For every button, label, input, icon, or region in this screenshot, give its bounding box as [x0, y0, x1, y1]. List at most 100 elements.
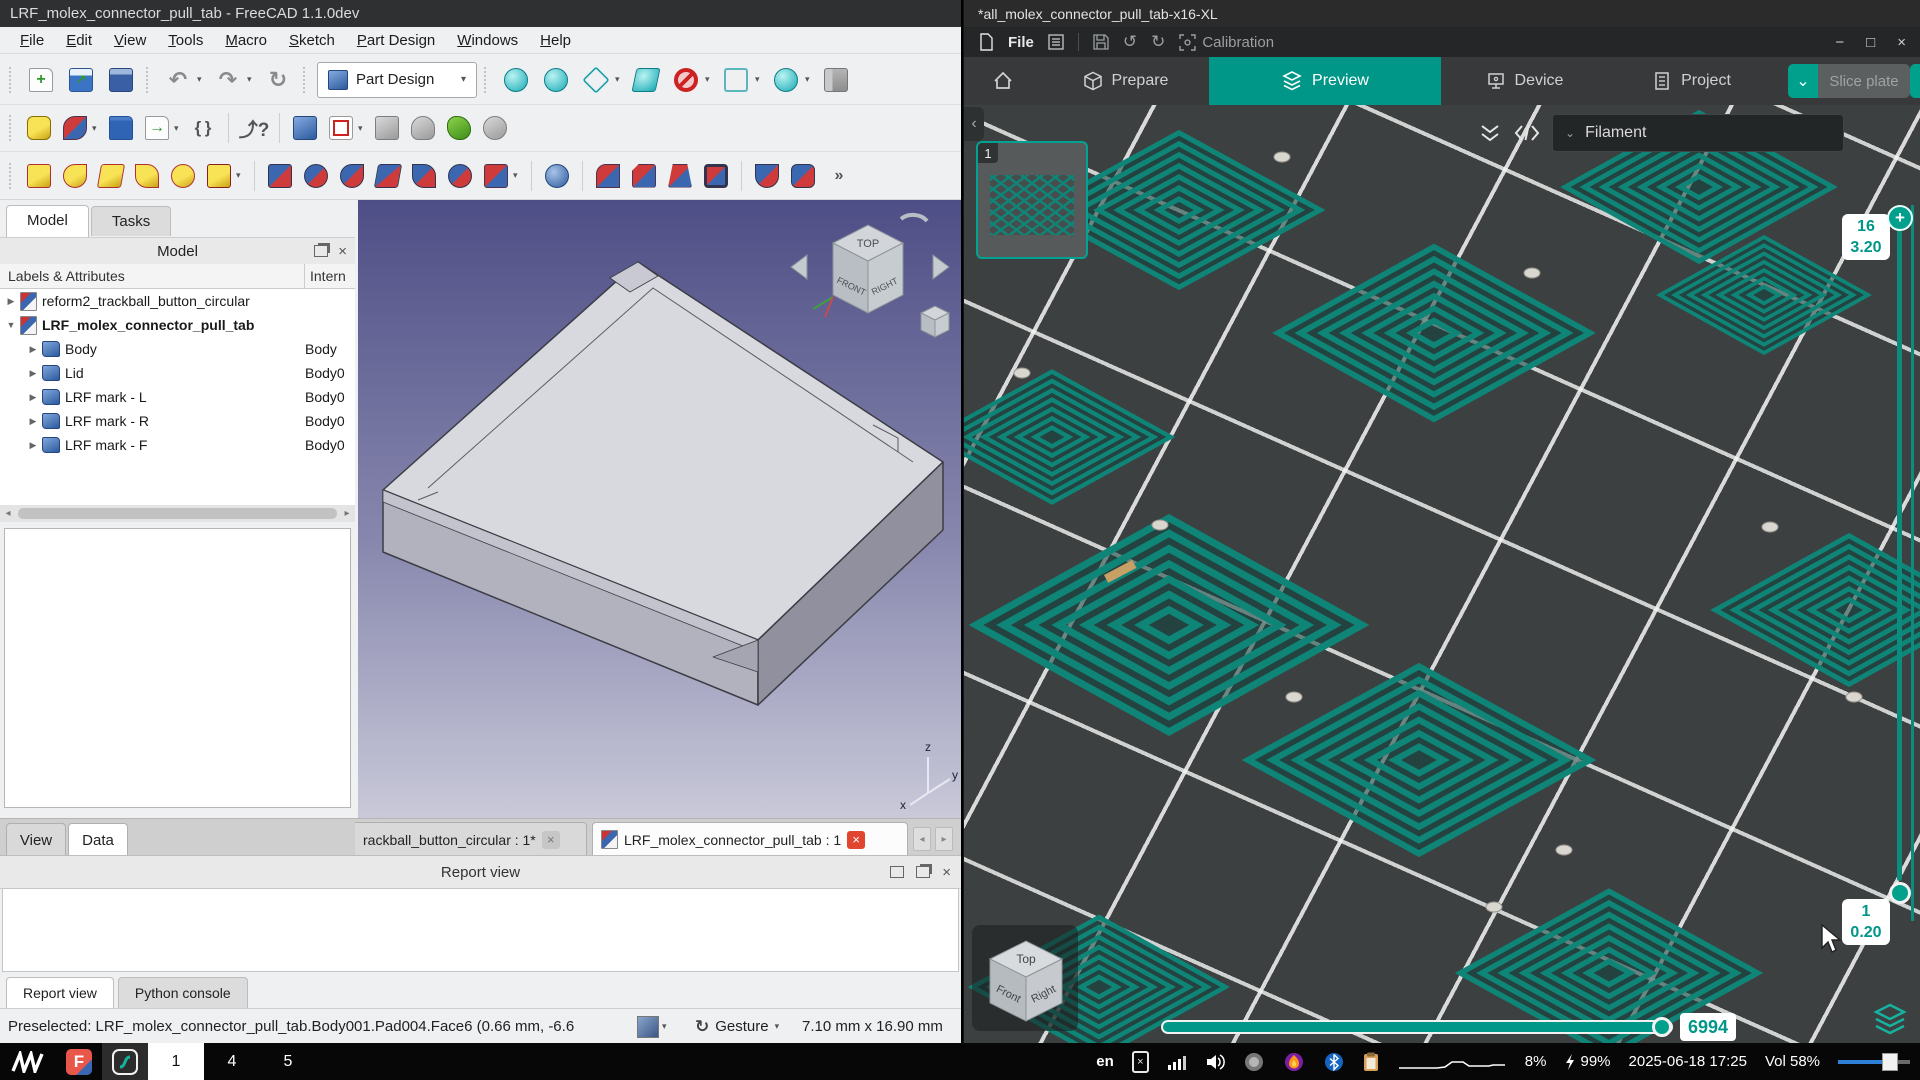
chevron-down-icon[interactable]: ▾	[662, 1021, 667, 1032]
expand-layers-icon[interactable]	[1478, 122, 1502, 144]
draw-style-button[interactable]	[578, 62, 614, 98]
move-slider-track[interactable]	[1161, 1020, 1673, 1034]
menu-view[interactable]: View	[104, 29, 156, 52]
volume-slider-knob[interactable]	[1882, 1053, 1898, 1071]
volume-icon[interactable]	[1205, 1053, 1225, 1071]
close-button[interactable]: ×	[1897, 34, 1906, 51]
undo-icon[interactable]: ↺	[1123, 32, 1137, 52]
toolbar-grip[interactable]	[303, 67, 310, 93]
close-tab-icon[interactable]: ×	[542, 831, 560, 849]
slice-dropdown-button[interactable]: ⌄	[1788, 64, 1818, 98]
vpn-badge-icon[interactable]	[1243, 1051, 1265, 1073]
pad-button[interactable]	[23, 160, 55, 192]
save-icon[interactable]	[1093, 34, 1109, 50]
subtractive-helix-button[interactable]	[444, 160, 476, 192]
redo-dropdown[interactable]: ▾	[247, 74, 256, 85]
menu-edit[interactable]: Edit	[56, 29, 102, 52]
zoom-button[interactable]	[768, 62, 804, 98]
pocket-button[interactable]	[264, 160, 296, 192]
language-indicator[interactable]: en	[1096, 1053, 1114, 1070]
navigation-cube[interactable]: TOP FRONT RIGHT	[783, 205, 958, 355]
expand-caret-icon[interactable]: ▶	[26, 392, 40, 403]
new-file-button[interactable]: +	[23, 62, 59, 98]
nav-arrow-right-icon[interactable]	[933, 255, 949, 279]
records-icon[interactable]	[1048, 34, 1064, 50]
layer-slider-track[interactable]	[1897, 229, 1902, 881]
workspace-4[interactable]: 4	[204, 1043, 260, 1080]
open-file-button[interactable]: ↗	[63, 62, 99, 98]
navcube-top-label[interactable]: TOP	[857, 238, 879, 250]
close-panel-icon[interactable]: ×	[338, 243, 347, 260]
viewpoint-sketch-button[interactable]	[407, 112, 439, 144]
redo-icon[interactable]: ↻	[1151, 32, 1165, 52]
clipboard-icon[interactable]	[1363, 1052, 1379, 1072]
pattern-button[interactable]	[787, 160, 819, 192]
toolbar-grip[interactable]	[146, 67, 153, 93]
selection-color-swatch[interactable]	[637, 1016, 659, 1038]
taskbar-freecad-icon[interactable]: F	[56, 1043, 102, 1080]
clipping-dropdown[interactable]: ▾	[705, 74, 714, 85]
file-menu[interactable]: File	[1008, 34, 1034, 51]
additive-primitive-dropdown[interactable]: ▾	[236, 170, 245, 181]
expand-caret-icon[interactable]: ▶	[26, 344, 40, 355]
menu-help[interactable]: Help	[530, 29, 581, 52]
groove-button[interactable]	[336, 160, 368, 192]
clipping-button[interactable]	[668, 62, 704, 98]
cpu-graph-icon[interactable]	[1397, 1053, 1507, 1071]
measure-button[interactable]	[818, 62, 854, 98]
export-dropdown[interactable]: ▾	[174, 123, 183, 134]
menu-windows[interactable]: Windows	[447, 29, 528, 52]
additive-helix-button[interactable]	[167, 160, 199, 192]
network-signal-icon[interactable]	[1167, 1053, 1187, 1071]
mdi-scroll-right-icon[interactable]: ▸	[935, 827, 953, 851]
preview-viewport[interactable]: ‹ 1 ⌄ Filament	[964, 105, 1920, 1043]
toolbar-grip[interactable]	[9, 67, 16, 93]
tab-project[interactable]: Project	[1608, 57, 1775, 105]
mdi-scroll-left-icon[interactable]: ◂	[913, 827, 931, 851]
layer-slider-handle[interactable]	[1889, 882, 1911, 904]
create-body-button[interactable]	[23, 112, 55, 144]
workspace-1[interactable]: 1	[148, 1043, 204, 1080]
slicer-titlebar[interactable]: *all_molex_connector_pull_tab-x16-XL	[964, 0, 1920, 27]
scroll-left-icon[interactable]: ◂	[0, 508, 16, 519]
workbench-selector[interactable]: Part Design ▾	[317, 62, 477, 98]
maximize-button[interactable]: □	[1866, 34, 1875, 51]
toolbar-grip[interactable]	[9, 163, 16, 189]
thickness-button[interactable]	[700, 160, 732, 192]
slice-plate-button[interactable]: Slice plate	[1818, 64, 1910, 98]
orientation-cube[interactable]: Top Front Right	[976, 929, 1076, 1029]
tab-device[interactable]: Device	[1441, 57, 1608, 105]
draw-style-dropdown[interactable]: ▾	[615, 74, 624, 85]
mirrored-button[interactable]	[751, 160, 783, 192]
sliced-object[interactable]	[1715, 536, 1920, 684]
additive-pipe-button[interactable]	[131, 160, 163, 192]
box-selection-dropdown[interactable]: ▾	[755, 74, 764, 85]
menu-tools[interactable]: Tools	[158, 29, 213, 52]
draft-button[interactable]	[664, 160, 696, 192]
section-view-button[interactable]	[628, 62, 664, 98]
wm-logo-icon[interactable]	[0, 1043, 56, 1080]
scroll-right-icon[interactable]: ▸	[339, 508, 355, 519]
print-dropdown-sliver[interactable]	[1910, 64, 1920, 98]
tree-item-lrf-mark-f[interactable]: ▶ LRF mark - F Body0	[0, 433, 355, 457]
tree-item-reform2[interactable]: ▶ reform2_trackball_button_circular	[0, 289, 355, 313]
expand-caret-icon[interactable]: ▶	[26, 440, 40, 451]
tab-preview[interactable]: Preview	[1209, 57, 1441, 105]
report-view-content[interactable]	[2, 888, 959, 972]
plate-thumbnail[interactable]: 1	[976, 141, 1088, 259]
datum-dropdown[interactable]: ▾	[92, 123, 101, 134]
create-datum-button[interactable]	[59, 112, 91, 144]
sidebar-collapse-handle[interactable]: ‹	[964, 107, 984, 141]
subtractive-pipe-button[interactable]	[408, 160, 440, 192]
gcode-icon[interactable]	[1514, 123, 1540, 143]
zoom-dropdown[interactable]: ▾	[805, 74, 814, 85]
refresh-button[interactable]: ↻	[260, 62, 296, 98]
tab-home[interactable]	[964, 57, 1042, 105]
toolbar-grip[interactable]	[484, 67, 491, 93]
bluetooth-icon[interactable]	[1323, 1051, 1345, 1073]
undo-dropdown[interactable]: ▾	[197, 74, 206, 85]
fit-all-button[interactable]	[498, 62, 534, 98]
chamfer-button[interactable]	[628, 160, 660, 192]
sketch-dropdown[interactable]: ▾	[358, 123, 367, 134]
redo-button[interactable]: ↷	[210, 62, 246, 98]
